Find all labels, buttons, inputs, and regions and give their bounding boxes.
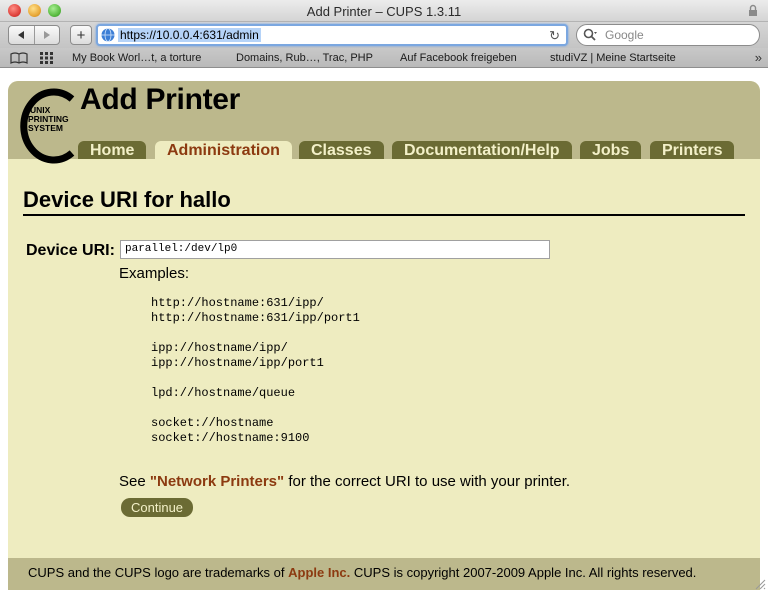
resize-grip-icon[interactable] [754, 578, 766, 590]
tab-administration[interactable]: Administration [155, 141, 292, 159]
search-icon [583, 28, 597, 41]
example-uri: socket://hostname:9100 [151, 431, 310, 445]
window-title: Add Printer – CUPS 1.3.11 [306, 4, 462, 19]
top-sites-grid-icon[interactable] [40, 52, 54, 64]
url-text[interactable]: https://10.0.0.4:631/admin [118, 28, 261, 42]
lock-icon [749, 4, 757, 16]
example-uri: ipp://hostname/ipp/port1 [151, 356, 324, 370]
cups-footer: CUPS and the CUPS logo are trademarks of… [8, 558, 760, 590]
example-uri: http://hostname:631/ipp/port1 [151, 311, 360, 325]
help-text: See "Network Printers" for the correct U… [119, 473, 570, 490]
example-group: lpd://hostname/queue [151, 386, 360, 401]
footer-suffix: CUPS is copyright 2007-2009 Apple Inc. A… [353, 565, 697, 580]
page-title: Add Printer [80, 83, 241, 116]
tab-documentation-help[interactable]: Documentation/Help [392, 141, 572, 159]
footer-prefix: CUPS and the CUPS logo are trademarks of [28, 565, 285, 580]
browser-toolbar: + https://10.0.0.4:631/admin ↻ Google [0, 22, 768, 48]
tab-jobs[interactable]: Jobs [580, 141, 642, 159]
example-uri: ipp://hostname/ipp/ [151, 341, 288, 355]
device-uri-input[interactable]: parallel:/dev/lp0 [120, 240, 550, 259]
tab-home[interactable]: Home [78, 141, 147, 159]
help-text-prefix: See [119, 473, 146, 490]
back-arrow-icon [18, 31, 25, 39]
forward-arrow-icon [43, 31, 50, 39]
bookmark-item[interactable]: My Book Worl…t, a torture [72, 52, 201, 64]
help-text-suffix: for the correct URI to use with your pri… [288, 473, 571, 490]
bookmarks-overflow-icon[interactable]: » [755, 50, 762, 65]
example-uri: http://hostname:631/ipp/ [151, 296, 324, 310]
tab-classes[interactable]: Classes [299, 141, 384, 159]
examples-list: http://hostname:631/ipp/ http://hostname… [151, 296, 360, 461]
bookmarks-bar: My Book Worl…t, a torture Domains, Rub…,… [0, 48, 768, 68]
example-group: socket://hostname socket://hostname:9100 [151, 416, 360, 446]
forward-button[interactable] [33, 26, 60, 44]
section-title: Device URI for hallo [23, 187, 231, 212]
cups-header: UNIX PRINTING SYSTEM Add Printer Home Ad… [8, 81, 760, 164]
example-group: ipp://hostname/ipp/ ipp://hostname/ipp/p… [151, 341, 360, 371]
cups-logo-icon[interactable]: UNIX PRINTING SYSTEM [12, 85, 80, 167]
add-bookmark-button[interactable]: + [70, 25, 92, 45]
address-bar[interactable]: https://10.0.0.4:631/admin ↻ [96, 24, 568, 46]
reload-icon[interactable]: ↻ [549, 28, 560, 44]
tab-printers[interactable]: Printers [650, 141, 735, 159]
search-field[interactable]: Google [576, 24, 760, 46]
examples-label: Examples: [119, 265, 190, 282]
network-printers-link[interactable]: "Network Printers" [150, 473, 284, 490]
section-divider [23, 214, 745, 216]
example-group: http://hostname:631/ipp/ http://hostname… [151, 296, 360, 326]
cups-page: UNIX PRINTING SYSTEM Add Printer Home Ad… [8, 81, 760, 590]
bookmark-item[interactable]: Domains, Rub…, Trac, PHP [236, 52, 373, 64]
bookmarks-book-icon[interactable] [10, 52, 28, 64]
continue-button[interactable]: Continue [121, 498, 194, 517]
example-uri: lpd://hostname/queue [151, 386, 296, 400]
logo-line: SYSTEM [28, 123, 63, 133]
nav-buttons [8, 25, 60, 45]
window-titlebar: Add Printer – CUPS 1.3.11 [0, 0, 768, 22]
page-viewport: UNIX PRINTING SYSTEM Add Printer Home Ad… [0, 69, 768, 592]
apple-inc-link[interactable]: Apple Inc. [288, 565, 350, 580]
device-uri-label: Device URI: [26, 242, 115, 259]
globe-icon [101, 28, 115, 42]
back-button[interactable] [9, 26, 34, 44]
bookmark-item[interactable]: Auf Facebook freigeben [400, 52, 517, 64]
bookmark-item[interactable]: studiVZ | Meine Startseite [550, 52, 676, 64]
search-placeholder: Google [605, 28, 644, 42]
example-uri: socket://hostname [151, 416, 274, 430]
